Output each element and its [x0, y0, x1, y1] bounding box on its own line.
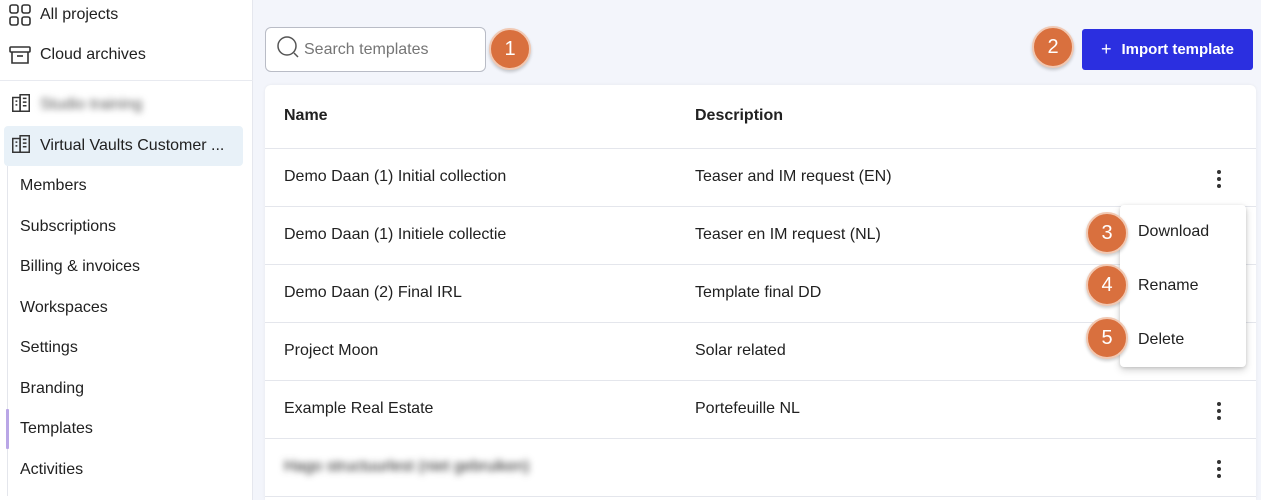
row-description: Teaser en IM request (NL) — [695, 226, 881, 243]
building-icon — [10, 133, 32, 160]
menu-item-download[interactable]: Download — [1138, 223, 1209, 241]
row-name: Demo Daan (2) Final IRL — [284, 284, 462, 301]
more-vert-icon[interactable] — [1209, 458, 1229, 480]
step-badge-2: 2 — [1032, 26, 1074, 68]
column-header-description[interactable]: Description — [695, 107, 783, 125]
table-row[interactable]: Hago structuurlest (niet gebruiken) — [265, 439, 1256, 497]
column-header-name[interactable]: Name — [284, 107, 328, 125]
grid-icon — [8, 3, 32, 27]
sidebar-divider — [0, 80, 253, 81]
org-item-label: Virtual Vaults Customer ... — [40, 137, 225, 154]
search-input[interactable] — [304, 40, 474, 59]
table-header: Name Description — [265, 85, 1256, 149]
nav-cloud-archives-label: Cloud archives — [40, 46, 146, 63]
sidebar-item-billing[interactable]: Billing & invoices — [20, 255, 140, 279]
row-description: Solar related — [695, 342, 786, 359]
sidebar-item-settings[interactable]: Settings — [20, 336, 78, 360]
sidebar-item-subscriptions[interactable]: Subscriptions — [20, 215, 116, 239]
org-item-virtual-vaults[interactable]: Virtual Vaults Customer ... — [4, 126, 243, 166]
row-name: Hago structuurlest (niet gebruiken) — [284, 458, 530, 475]
more-vert-icon[interactable] — [1209, 400, 1229, 422]
row-name: Project Moon — [284, 342, 379, 359]
nav-cloud-archives[interactable]: Cloud archives — [8, 40, 146, 70]
sidebar: All projects Cloud archives Studio train… — [0, 0, 253, 500]
row-name: Demo Daan (1) Initiele collectie — [284, 226, 507, 243]
nav-all-projects[interactable]: All projects — [8, 0, 118, 30]
more-vert-icon[interactable] — [1209, 168, 1229, 190]
sidebar-item-branding[interactable]: Branding — [20, 377, 84, 401]
archive-icon — [8, 43, 32, 67]
menu-item-delete[interactable]: Delete — [1138, 331, 1184, 349]
step-badge-1: 1 — [489, 28, 531, 70]
search-box[interactable] — [265, 27, 486, 72]
row-description: Teaser and IM request (EN) — [695, 168, 892, 185]
plus-icon: + — [1100, 39, 1112, 59]
step-badge-5: 5 — [1086, 317, 1128, 359]
search-icon — [276, 35, 300, 64]
row-context-menu: Download Rename Delete — [1120, 205, 1246, 367]
import-template-button[interactable]: + Import template — [1082, 29, 1253, 70]
import-template-label: Import template — [1121, 41, 1235, 58]
row-name: Example Real Estate — [284, 400, 434, 417]
row-name: Demo Daan (1) Initial collection — [284, 168, 507, 185]
row-description: Portefeuille NL — [695, 400, 800, 417]
org-item-label: Studio training — [40, 96, 143, 113]
sidebar-item-members[interactable]: Members — [20, 174, 87, 198]
table-row[interactable]: Demo Daan (1) Initial collection Teaser … — [265, 149, 1256, 207]
sidebar-item-workspaces[interactable]: Workspaces — [20, 296, 108, 320]
table-row[interactable]: Example Real Estate Portefeuille NL — [265, 381, 1256, 439]
sub-nav-active-indicator — [6, 409, 9, 449]
building-icon — [10, 92, 32, 119]
sidebar-item-templates[interactable]: Templates — [20, 417, 93, 441]
sidebar-item-activities[interactable]: Activities — [20, 458, 83, 482]
menu-item-rename[interactable]: Rename — [1138, 277, 1198, 295]
org-item-studio-training[interactable]: Studio training — [4, 85, 243, 125]
row-description: Template final DD — [695, 284, 822, 301]
step-badge-4: 4 — [1086, 264, 1128, 306]
nav-all-projects-label: All projects — [40, 6, 119, 23]
step-badge-3: 3 — [1086, 212, 1128, 254]
